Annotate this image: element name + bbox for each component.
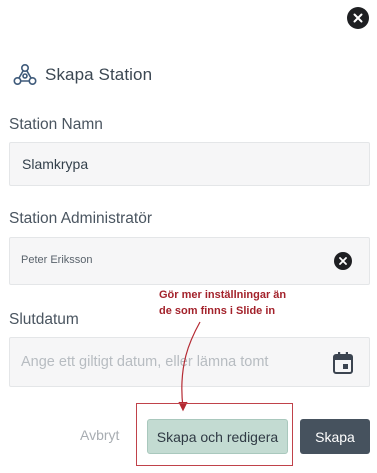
station-name-input[interactable] [10, 143, 369, 185]
station-name-label: Station Namn [9, 116, 103, 133]
end-date-field[interactable] [9, 337, 370, 387]
dialog-title: Skapa Station [45, 65, 153, 84]
calendar-icon[interactable] [332, 351, 354, 375]
annotation-line-2: de som finns i Slide in [159, 305, 276, 317]
end-date-input[interactable] [10, 338, 369, 386]
close-icon [353, 13, 363, 23]
close-button[interactable] [347, 7, 369, 29]
annotation-line-1: Gör mer inställningar än [159, 289, 287, 301]
end-date-label: Slutdatum [9, 311, 79, 328]
create-button[interactable]: Skapa [300, 419, 370, 454]
station-network-icon [13, 63, 37, 86]
station-admin-label: Station Administratör [9, 210, 153, 227]
station-name-field[interactable] [9, 142, 370, 186]
dialog-header: Skapa Station [12, 62, 152, 88]
station-admin-select[interactable]: Peter Eriksson [9, 237, 370, 285]
station-admin-value: Peter Eriksson [21, 254, 93, 266]
cancel-button[interactable]: Avbryt [80, 427, 119, 443]
create-and-edit-button[interactable]: Skapa och redigera [147, 419, 288, 454]
annotation-text: Gör mer inställningar än de som finns i … [159, 287, 319, 319]
clear-icon[interactable] [334, 252, 352, 270]
